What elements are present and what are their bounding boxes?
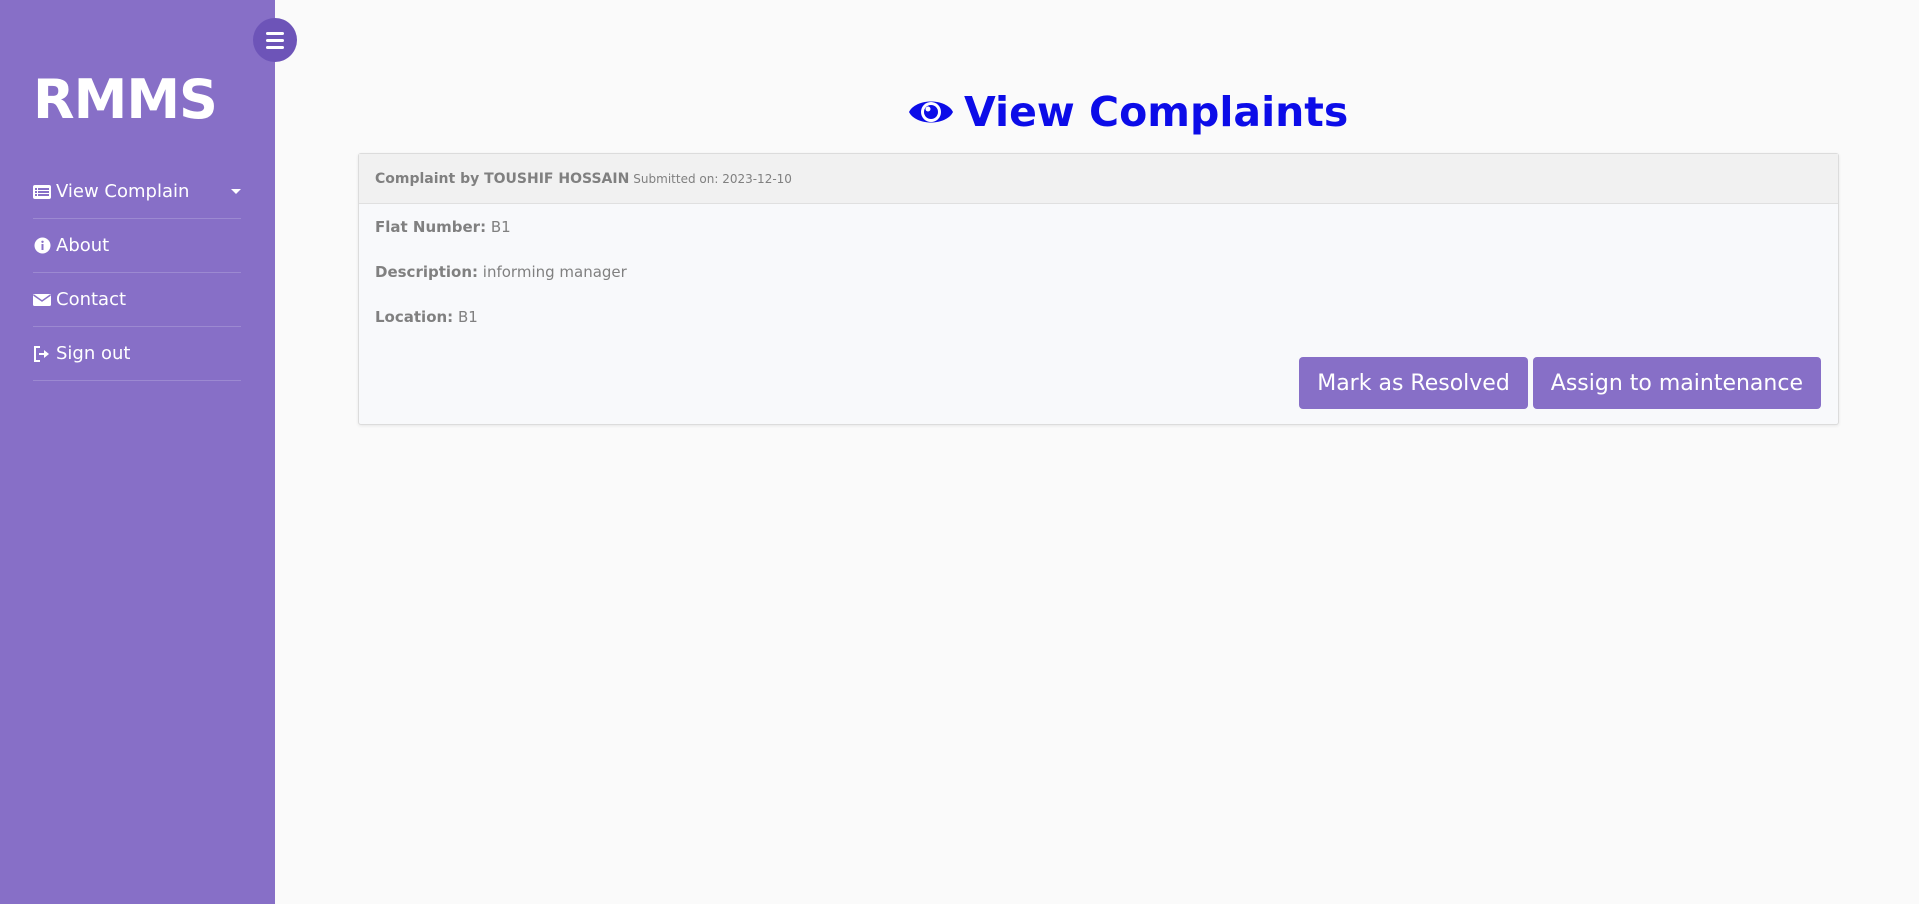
list-icon bbox=[33, 183, 51, 201]
location-value: B1 bbox=[457, 308, 478, 326]
flat-number-field: Flat Number: B1 bbox=[375, 218, 1822, 263]
eye-icon bbox=[908, 92, 954, 132]
sidebar-item-sign-out[interactable]: Sign out bbox=[33, 327, 241, 381]
sidebar-toggle-button[interactable] bbox=[253, 18, 297, 62]
sidebar-nav: View Complain About Contact Sign out bbox=[33, 165, 241, 381]
envelope-icon bbox=[33, 291, 51, 309]
location-label: Location: bbox=[375, 308, 454, 326]
page-title: View Complaints bbox=[908, 88, 1348, 136]
brand-logo: RMMS bbox=[33, 68, 218, 131]
hamburger-icon bbox=[266, 31, 284, 49]
info-icon bbox=[33, 237, 51, 255]
description-label: Description: bbox=[375, 263, 479, 281]
sidebar-item-label: About bbox=[56, 235, 110, 256]
sidebar-item-label: View Complain bbox=[56, 181, 190, 202]
complaint-body: Flat Number: B1 Description: informing m… bbox=[359, 204, 1838, 353]
flat-number-value: B1 bbox=[490, 218, 511, 236]
complaint-date: Submitted on: 2023-12-10 bbox=[633, 171, 792, 186]
sign-out-icon bbox=[33, 345, 51, 363]
page-title-text: View Complaints bbox=[964, 88, 1349, 136]
location-field: Location: B1 bbox=[375, 308, 1822, 353]
sidebar-item-view-complain[interactable]: View Complain bbox=[33, 165, 241, 219]
complaint-card: Complaint by TOUSHIF HOSSAIN Submitted o… bbox=[358, 153, 1839, 425]
sidebar-item-about[interactable]: About bbox=[33, 219, 241, 273]
sidebar: RMMS View Complain About Contact Sign ou… bbox=[0, 0, 275, 904]
assign-maintenance-button[interactable]: Assign to maintenance bbox=[1532, 357, 1821, 409]
complaint-actions: Mark as Resolved Assign to maintenance bbox=[1299, 357, 1821, 409]
complaint-header: Complaint by TOUSHIF HOSSAIN Submitted o… bbox=[359, 154, 1838, 204]
chevron-down-icon bbox=[231, 189, 241, 194]
complaint-author: Complaint by TOUSHIF HOSSAIN bbox=[375, 170, 630, 187]
sidebar-item-contact[interactable]: Contact bbox=[33, 273, 241, 327]
flat-number-label: Flat Number: bbox=[375, 218, 487, 236]
description-value: informing manager bbox=[482, 263, 627, 281]
mark-resolved-button[interactable]: Mark as Resolved bbox=[1299, 357, 1528, 409]
sidebar-item-label: Sign out bbox=[56, 343, 131, 364]
sidebar-item-label: Contact bbox=[56, 289, 127, 310]
description-field: Description: informing manager bbox=[375, 263, 1822, 308]
